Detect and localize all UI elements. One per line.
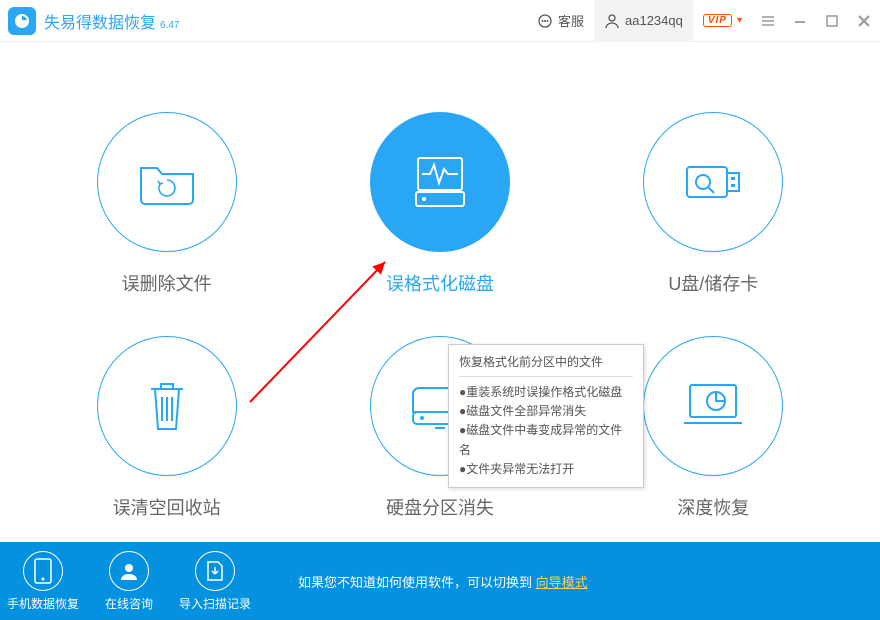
hamburger-icon <box>760 13 776 29</box>
tooltip-item: ●文件夹异常无法打开 <box>459 460 633 479</box>
tooltip-item: ●重装系统时误操作格式化磁盘 <box>459 383 633 402</box>
option-usb-sdcard[interactable]: U盘/储存卡 <box>642 112 785 296</box>
minimize-button[interactable] <box>784 0 816 42</box>
username-label: aa1234qq <box>625 13 683 28</box>
tooltip-item: ●磁盘文件全部异常消失 <box>459 402 633 421</box>
menu-button[interactable] <box>752 0 784 42</box>
import-icon <box>205 560 225 582</box>
option-circle <box>370 112 510 252</box>
phone-recovery-button[interactable]: 手机数据恢复 <box>0 551 86 612</box>
phone-icon <box>34 558 52 584</box>
support-label: 客服 <box>558 11 584 30</box>
user-button[interactable]: aa1234qq <box>594 0 693 42</box>
minimize-icon <box>792 13 808 29</box>
person-icon <box>118 560 140 582</box>
import-scan-button[interactable]: 导入扫描记录 <box>172 551 258 612</box>
folder-recycle-icon <box>137 158 197 206</box>
option-circle <box>97 112 237 252</box>
support-button[interactable]: 客服 <box>527 0 594 42</box>
maximize-icon <box>824 13 840 29</box>
maximize-button[interactable] <box>816 0 848 42</box>
online-consult-button[interactable]: 在线咨询 <box>86 551 172 612</box>
app-logo-icon <box>8 7 36 35</box>
close-button[interactable] <box>848 0 880 42</box>
option-label: 硬盘分区消失 <box>386 494 494 520</box>
tooltip-item: ●磁盘文件中毒变成异常的文件名 <box>459 421 633 459</box>
option-recycle-bin[interactable]: 误清空回收站 <box>95 336 238 520</box>
vip-badge: VIP <box>703 14 732 27</box>
close-icon <box>856 13 872 29</box>
option-deleted-files[interactable]: 误删除文件 <box>95 112 238 296</box>
option-circle <box>97 336 237 476</box>
recovery-options-grid: 误删除文件 误格式化磁盘 <box>95 112 785 520</box>
option-label: 误清空回收站 <box>113 494 221 520</box>
option-label: 误格式化磁盘 <box>386 270 494 296</box>
main-area: 误删除文件 误格式化磁盘 <box>0 112 880 612</box>
bb-label: 手机数据恢复 <box>7 595 79 612</box>
hint-text: 如果您不知道如何使用软件，可以切换到 向导模式 <box>298 572 588 591</box>
wizard-mode-link[interactable]: 向导模式 <box>536 575 588 590</box>
tooltip-title: 恢复格式化前分区中的文件 <box>459 353 633 370</box>
user-icon <box>604 13 620 29</box>
titlebar: 失易得数据恢复 6.47 客服 aa1234qq VIP ▾ <box>0 0 880 42</box>
chat-icon <box>537 13 553 29</box>
app-version: 6.47 <box>160 20 179 31</box>
trash-icon <box>145 379 189 433</box>
app-title: 失易得数据恢复 <box>44 9 156 33</box>
option-label: 误删除文件 <box>122 270 212 296</box>
option-circle <box>643 112 783 252</box>
usb-drive-icon <box>681 161 745 203</box>
option-formatted-disk[interactable]: 误格式化磁盘 <box>368 112 511 296</box>
option-deep-recovery[interactable]: 深度恢复 <box>642 336 785 520</box>
bottombar: 手机数据恢复 在线咨询 导入扫描记录 如果您不知道如何使用软件，可以切换到 向导… <box>0 542 880 620</box>
chevron-down-icon: ▾ <box>737 15 742 26</box>
option-label: 深度恢复 <box>677 494 749 520</box>
option-label: U盘/储存卡 <box>668 270 758 296</box>
bb-label: 在线咨询 <box>105 595 153 612</box>
bb-label: 导入扫描记录 <box>179 595 251 612</box>
vip-button[interactable]: VIP ▾ <box>693 0 752 42</box>
laptop-scan-icon <box>680 381 746 431</box>
option-circle <box>643 336 783 476</box>
option-tooltip: 恢复格式化前分区中的文件 ●重装系统时误操作格式化磁盘 ●磁盘文件全部异常消失 … <box>448 344 644 488</box>
disk-pulse-icon <box>408 152 472 212</box>
